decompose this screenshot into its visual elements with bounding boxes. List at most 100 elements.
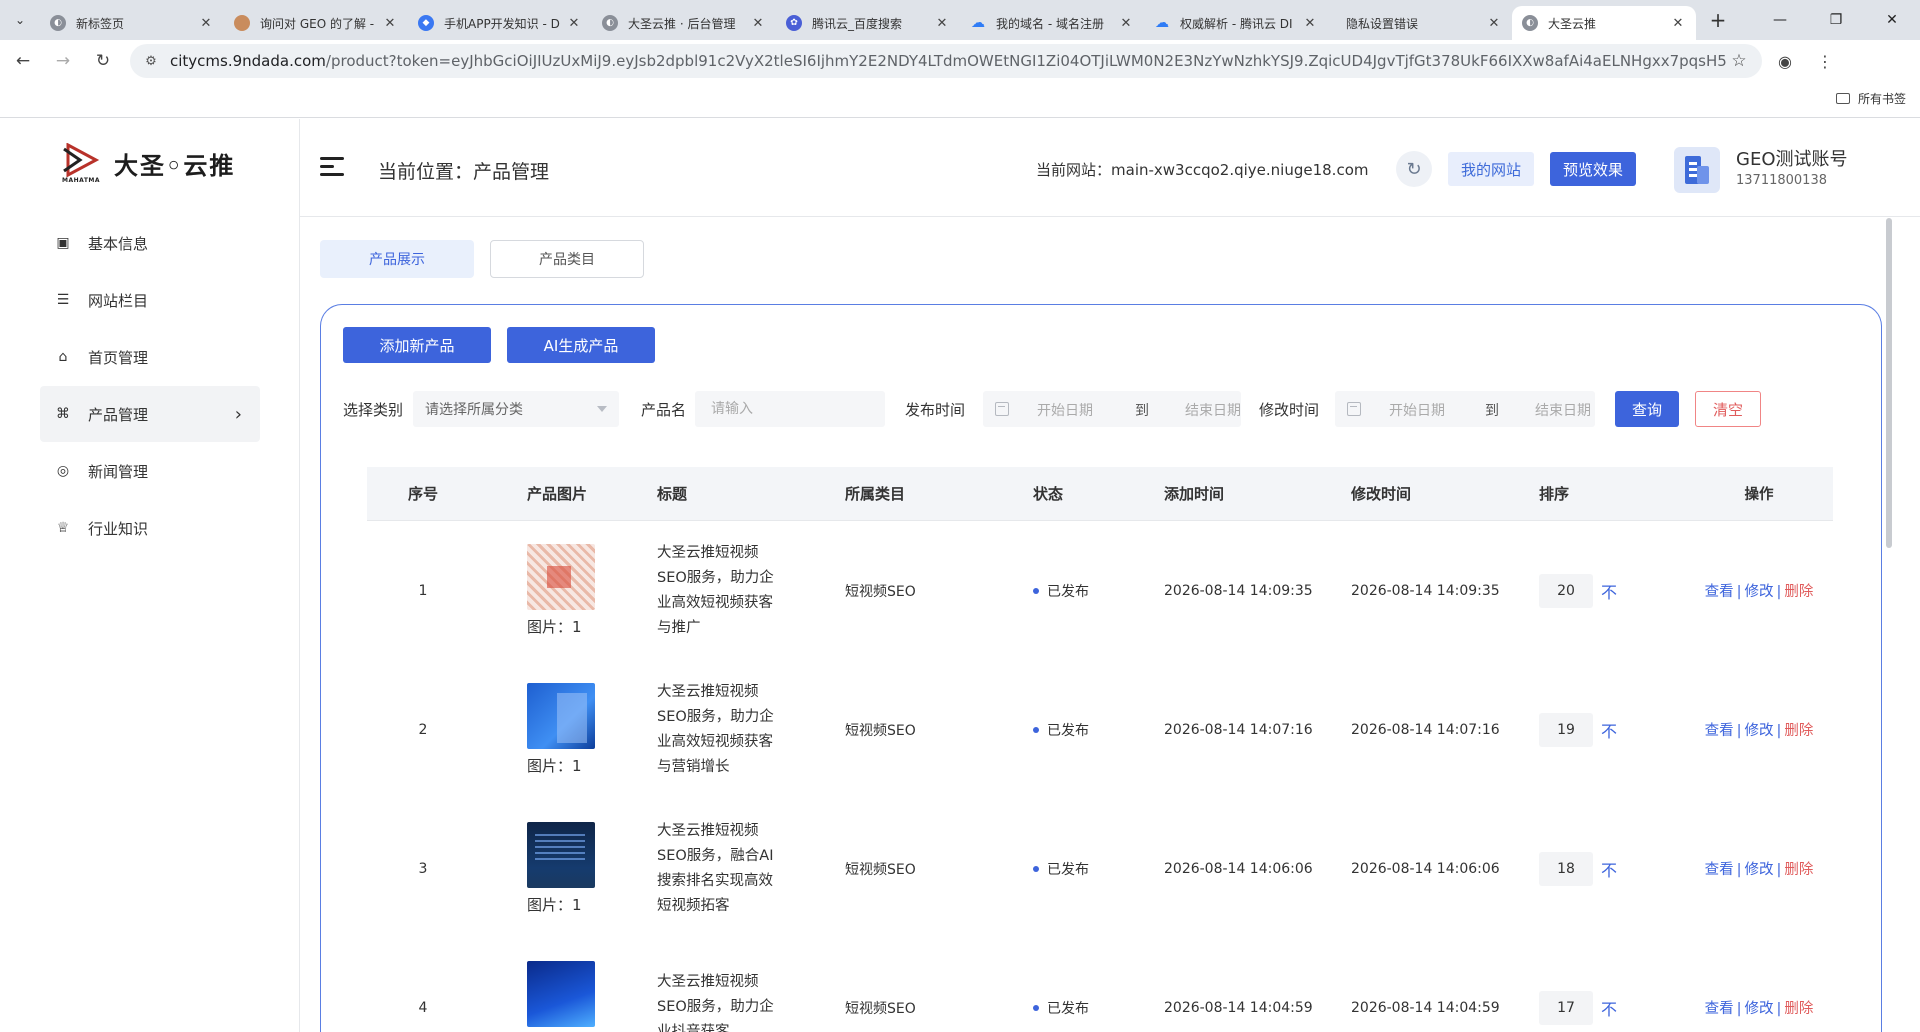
site-settings-icon[interactable]: ⚙ xyxy=(142,52,160,70)
sidebar-item-basic-info[interactable]: ▣ 基本信息 xyxy=(40,215,260,271)
menu-toggle-icon[interactable] xyxy=(320,157,344,177)
close-icon[interactable]: ✕ xyxy=(934,16,950,31)
profile-icon[interactable]: ◉ xyxy=(1768,44,1802,78)
publish-end-date[interactable]: 结束日期 xyxy=(1185,400,1241,420)
scrollbar[interactable] xyxy=(1886,218,1892,548)
table-row: 2 图片：1 大圣云推短视频SEO服务，助力企业高效短视频获客与营销增长 短视频… xyxy=(367,660,1833,799)
pin-top-icon[interactable]: 不 xyxy=(1601,579,1617,603)
product-image-cell: 图片：1 xyxy=(527,683,617,776)
product-thumbnail[interactable] xyxy=(527,961,595,1027)
modify-start-date[interactable]: 开始日期 xyxy=(1389,400,1445,420)
bookmark-star-icon[interactable]: ☆ xyxy=(1728,51,1750,71)
col-header: 标题 xyxy=(657,485,688,503)
pin-top-icon[interactable]: 不 xyxy=(1601,857,1617,881)
image-count-label: 图片： xyxy=(527,618,573,636)
edit-link[interactable]: 修改 xyxy=(1745,723,1774,739)
status-badge: 已发布 xyxy=(1033,581,1089,601)
sort-input[interactable]: 19 xyxy=(1539,712,1593,747)
my-site-button[interactable]: 我的网站 xyxy=(1448,152,1534,186)
product-name-input[interactable] xyxy=(695,391,885,427)
refresh-icon[interactable]: ↻ xyxy=(1396,151,1432,187)
view-link[interactable]: 查看 xyxy=(1705,862,1734,878)
view-link[interactable]: 查看 xyxy=(1705,723,1734,739)
modified-time: 2026-08-14 14:09:35 xyxy=(1351,582,1500,599)
browser-tab[interactable]: 询问对 GEO 的了解 - ✕ xyxy=(224,6,408,40)
col-header: 操作 xyxy=(1744,487,1774,503)
close-icon[interactable]: ✕ xyxy=(1118,16,1134,31)
tab-products[interactable]: 产品展示 xyxy=(320,240,474,278)
browser-tab[interactable]: ◐ 大圣云推 · 后台管理 ✕ xyxy=(592,6,776,40)
browser-tab[interactable]: 隐私设置错误 ✕ xyxy=(1328,6,1512,40)
product-thumbnail[interactable] xyxy=(527,544,595,610)
minimize-icon[interactable]: — xyxy=(1752,0,1808,40)
forward-arrow-icon[interactable]: → xyxy=(46,44,80,78)
image-count-value: 1 xyxy=(572,618,582,636)
separator: | xyxy=(1776,1001,1782,1017)
sidebar-item-site-columns[interactable]: ☰ 网站栏目 xyxy=(40,272,260,328)
tab-categories[interactable]: 产品类目 xyxy=(490,240,644,278)
account-avatar[interactable] xyxy=(1674,147,1720,193)
sidebar-item-home[interactable]: ⌂ 首页管理 xyxy=(40,329,260,385)
delete-link[interactable]: 删除 xyxy=(1784,1001,1813,1017)
close-window-icon[interactable]: ✕ xyxy=(1864,0,1920,40)
sidebar-item-industry[interactable]: ♕ 行业知识 xyxy=(40,500,260,556)
view-link[interactable]: 查看 xyxy=(1705,1001,1734,1017)
delete-link[interactable]: 删除 xyxy=(1784,862,1813,878)
calendar-icon xyxy=(995,402,1009,416)
sort-input[interactable]: 17 xyxy=(1539,990,1593,1025)
add-product-button[interactable]: 添加新产品 xyxy=(343,327,491,363)
table-row: 4 图片：1 大圣云推短视频SEO服务，助力企业抖音获客 短视频SEO 已发布 … xyxy=(367,938,1833,1032)
view-link[interactable]: 查看 xyxy=(1705,584,1734,600)
browser-tab-active[interactable]: ◐ 大圣云推 ✕ xyxy=(1512,6,1696,40)
delete-link[interactable]: 删除 xyxy=(1784,723,1813,739)
restore-icon[interactable]: ❐ xyxy=(1808,0,1864,40)
query-button[interactable]: 查询 xyxy=(1615,391,1679,427)
publish-start-date[interactable]: 开始日期 xyxy=(1037,400,1093,420)
logo-mark-icon: MAHATMA xyxy=(62,143,100,184)
tab-search-icon[interactable]: ⌄ xyxy=(6,6,34,34)
browser-tab[interactable]: ◐ 新标签页 ✕ xyxy=(40,6,224,40)
sort-input[interactable]: 20 xyxy=(1539,573,1593,608)
separator: | xyxy=(1776,584,1782,600)
status-badge: 已发布 xyxy=(1033,998,1089,1018)
edit-link[interactable]: 修改 xyxy=(1745,1001,1774,1017)
sidebar: MAHATMA 大圣◦云推 ▣ 基本信息 ☰ 网站栏目 ⌂ 首页管理 ⌘ 产品管理 › ◎… xyxy=(0,119,300,1032)
edit-link[interactable]: 修改 xyxy=(1745,862,1774,878)
close-icon[interactable]: ✕ xyxy=(382,16,398,31)
close-icon[interactable]: ✕ xyxy=(566,16,582,31)
edit-link[interactable]: 修改 xyxy=(1745,584,1774,600)
delete-link[interactable]: 删除 xyxy=(1784,584,1813,600)
row-number: 2 xyxy=(418,721,428,738)
sidebar-item-label: 基本信息 xyxy=(88,234,149,253)
address-bar[interactable]: ⚙ citycms.9ndada.com/product?token=eyJhb… xyxy=(130,44,1762,78)
category-select[interactable]: 请选择所属分类 xyxy=(413,391,619,427)
preview-button[interactable]: 预览效果 xyxy=(1550,152,1636,186)
close-icon[interactable]: ✕ xyxy=(198,16,214,31)
ai-generate-button[interactable]: AI生成产品 xyxy=(507,327,655,363)
close-icon[interactable]: ✕ xyxy=(1486,16,1502,31)
sidebar-item-products[interactable]: ⌘ 产品管理 › xyxy=(40,386,260,442)
new-tab-button[interactable]: + xyxy=(1704,6,1732,34)
reload-icon[interactable]: ↻ xyxy=(86,44,120,78)
pin-top-icon[interactable]: 不 xyxy=(1601,718,1617,742)
more-menu-icon[interactable]: ⋮ xyxy=(1808,44,1842,78)
browser-tab[interactable]: ◆ 手机APP开发知识 - D ✕ xyxy=(408,6,592,40)
modify-end-date[interactable]: 结束日期 xyxy=(1535,400,1591,420)
browser-tab[interactable]: ✿ 腾讯云_百度搜索 ✕ xyxy=(776,6,960,40)
sort-input[interactable]: 18 xyxy=(1539,851,1593,886)
close-icon[interactable]: ✕ xyxy=(1670,16,1686,31)
product-thumbnail[interactable] xyxy=(527,822,595,888)
close-icon[interactable]: ✕ xyxy=(750,16,766,31)
deepseek-icon: ◆ xyxy=(418,15,434,31)
all-bookmarks[interactable]: 所有书签 xyxy=(1835,90,1906,107)
publish-date-range[interactable]: 开始日期 到 结束日期 xyxy=(983,391,1241,427)
product-thumbnail[interactable] xyxy=(527,683,595,749)
sidebar-item-news[interactable]: ◎ 新闻管理 xyxy=(40,443,260,499)
browser-tab[interactable]: ☁ 权威解析 - 腾讯云 DI ✕ xyxy=(1144,6,1328,40)
modify-date-range[interactable]: 开始日期 到 结束日期 xyxy=(1335,391,1595,427)
close-icon[interactable]: ✕ xyxy=(1302,16,1318,31)
pin-top-icon[interactable]: 不 xyxy=(1601,996,1617,1020)
browser-tab[interactable]: ☁ 我的域名 - 域名注册 ✕ xyxy=(960,6,1144,40)
back-arrow-icon[interactable]: ← xyxy=(6,44,40,78)
clear-button[interactable]: 清空 xyxy=(1695,391,1761,427)
